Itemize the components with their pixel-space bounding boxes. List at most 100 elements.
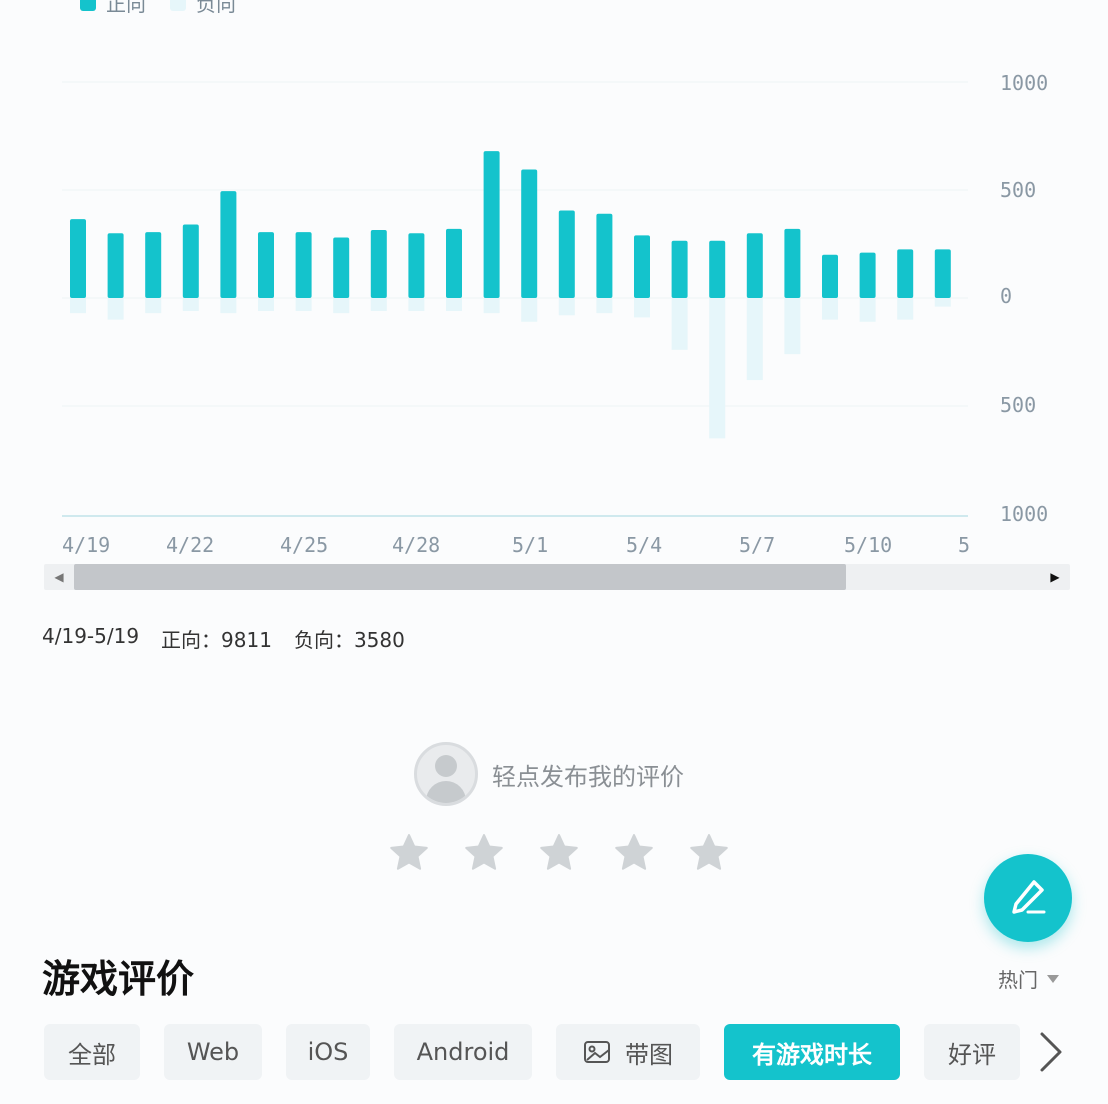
positive-bar[interactable] — [220, 191, 237, 298]
y-tick-label: 0 — [1000, 284, 1012, 308]
positive-bar[interactable] — [145, 232, 162, 298]
positive-bar[interactable] — [333, 237, 350, 298]
positive-bar[interactable] — [784, 228, 801, 298]
image-icon — [584, 1041, 610, 1063]
negative-bar[interactable] — [408, 298, 425, 311]
summary-positive: 正向：9811 — [161, 628, 272, 652]
star-icon[interactable] — [688, 832, 730, 874]
filter-chip-label: Android — [416, 1038, 510, 1066]
scroll-left-arrow-icon[interactable]: ◀ — [46, 564, 72, 590]
negative-bar[interactable] — [784, 298, 801, 355]
negative-bar[interactable] — [671, 298, 688, 350]
pen-icon — [1012, 880, 1046, 914]
chart-scrollbar[interactable]: ◀ ▶ — [44, 564, 1070, 590]
positive-bar[interactable] — [859, 252, 876, 298]
positive-bar[interactable] — [107, 233, 124, 298]
positive-bar[interactable] — [709, 240, 726, 298]
filter-chip-ios[interactable]: iOS — [286, 1024, 370, 1080]
positive-bar[interactable] — [258, 232, 274, 298]
positive-bar[interactable] — [746, 233, 763, 298]
x-tick-label: 5 — [958, 533, 970, 557]
page: 正向 负向 1000 500 0 500 1000 4/19 4/22 4/25 4/28 5/1… — [0, 0, 1108, 1104]
star-icon[interactable] — [388, 832, 430, 874]
positive-bar[interactable] — [822, 254, 838, 298]
negative-bar[interactable] — [145, 298, 162, 314]
dropdown-caret-icon — [1047, 974, 1059, 983]
scroll-right-arrow-icon[interactable]: ▶ — [1042, 564, 1068, 590]
positive-bar[interactable] — [70, 219, 86, 298]
x-tick-label: 5/1 — [512, 533, 548, 557]
y-tick-label: 1000 — [1000, 71, 1048, 95]
filter-chips: 全部 Web iOS Android 带图 有游戏时长 好评 — [44, 1024, 1020, 1080]
sort-label: 热门 — [998, 968, 1038, 992]
negative-bar[interactable] — [182, 298, 199, 311]
negative-bar[interactable] — [596, 298, 613, 314]
sort-dropdown[interactable]: 热门 — [998, 964, 1060, 993]
x-tick-label: 5/4 — [626, 533, 662, 557]
filter-chip-label: 全部 — [68, 1040, 116, 1069]
star-icon[interactable] — [538, 832, 580, 874]
write-review-fab[interactable] — [984, 854, 1072, 942]
filter-chip-has-playtime[interactable]: 有游戏时长 — [724, 1024, 900, 1080]
star-icon[interactable] — [463, 832, 505, 874]
negative-bar[interactable] — [897, 298, 914, 320]
rating-summary: 4/19-5/19 正向：9811 负向：3580 — [42, 624, 405, 653]
y-tick-label: 500 — [1000, 178, 1036, 202]
filter-chip-positive[interactable]: 好评 — [924, 1024, 1020, 1080]
negative-bar[interactable] — [746, 298, 763, 381]
negative-bar[interactable] — [370, 298, 387, 311]
positive-bar[interactable] — [182, 224, 199, 298]
negative-bar[interactable] — [483, 298, 500, 314]
scroll-thumb[interactable] — [74, 564, 846, 590]
positive-bar[interactable] — [370, 229, 387, 298]
rating-trend-chart: 1000 500 0 500 1000 4/19 4/22 4/25 4/28 5/1 5/4 5/7… — [62, 71, 1048, 557]
positive-bar[interactable] — [483, 151, 500, 298]
write-review-prompt[interactable]: 轻点发布我的评价 — [414, 742, 684, 806]
positive-bar[interactable] — [897, 249, 914, 298]
y-tick-label: 1000 — [1000, 502, 1048, 526]
filter-chip-web[interactable]: Web — [164, 1024, 262, 1080]
negative-bar[interactable] — [822, 298, 838, 320]
negative-bar[interactable] — [220, 298, 237, 314]
x-tick-label: 5/10 — [844, 533, 892, 557]
positive-bar[interactable] — [521, 169, 538, 298]
positive-bar[interactable] — [934, 249, 951, 298]
x-tick-label: 4/25 — [280, 533, 328, 557]
chevron-right-icon[interactable] — [1036, 1030, 1066, 1074]
negative-bar[interactable] — [859, 298, 876, 322]
x-tick-label: 5/7 — [739, 533, 775, 557]
negative-bar[interactable] — [333, 298, 350, 314]
y-tick-label: 500 — [1000, 393, 1036, 417]
negative-bar[interactable] — [258, 298, 274, 311]
negative-bar[interactable] — [70, 298, 86, 314]
negative-bar[interactable] — [521, 298, 538, 322]
summary-negative: 负向：3580 — [293, 628, 405, 652]
avatar — [414, 742, 478, 806]
write-review-text: 轻点发布我的评价 — [492, 762, 684, 791]
positive-bar[interactable] — [558, 210, 575, 298]
x-tick-label: 4/22 — [166, 533, 214, 557]
filter-chip-all[interactable]: 全部 — [44, 1024, 140, 1080]
star-rating[interactable] — [388, 832, 730, 874]
positive-bar[interactable] — [408, 233, 425, 298]
avatar-body — [426, 781, 466, 803]
filter-chip-label: 好评 — [948, 1040, 996, 1069]
negative-bar[interactable] — [709, 298, 726, 439]
filter-chip-label: 有游戏时长 — [752, 1040, 872, 1069]
negative-bar[interactable] — [295, 298, 312, 311]
negative-bar[interactable] — [107, 298, 124, 320]
section-title: 游戏评价 — [42, 957, 195, 1001]
positive-bar[interactable] — [295, 232, 312, 298]
star-icon[interactable] — [613, 832, 655, 874]
positive-bar[interactable] — [446, 228, 462, 298]
positive-bar[interactable] — [671, 240, 688, 298]
positive-bar[interactable] — [634, 235, 650, 298]
negative-bar[interactable] — [634, 298, 650, 318]
negative-bar[interactable] — [558, 298, 575, 316]
x-tick-label: 4/19 — [62, 533, 110, 557]
negative-bar[interactable] — [934, 298, 951, 307]
filter-chip-android[interactable]: Android — [394, 1024, 532, 1080]
positive-bar[interactable] — [596, 213, 613, 298]
filter-chip-with-images[interactable]: 带图 — [556, 1024, 700, 1080]
negative-bar[interactable] — [446, 298, 462, 311]
